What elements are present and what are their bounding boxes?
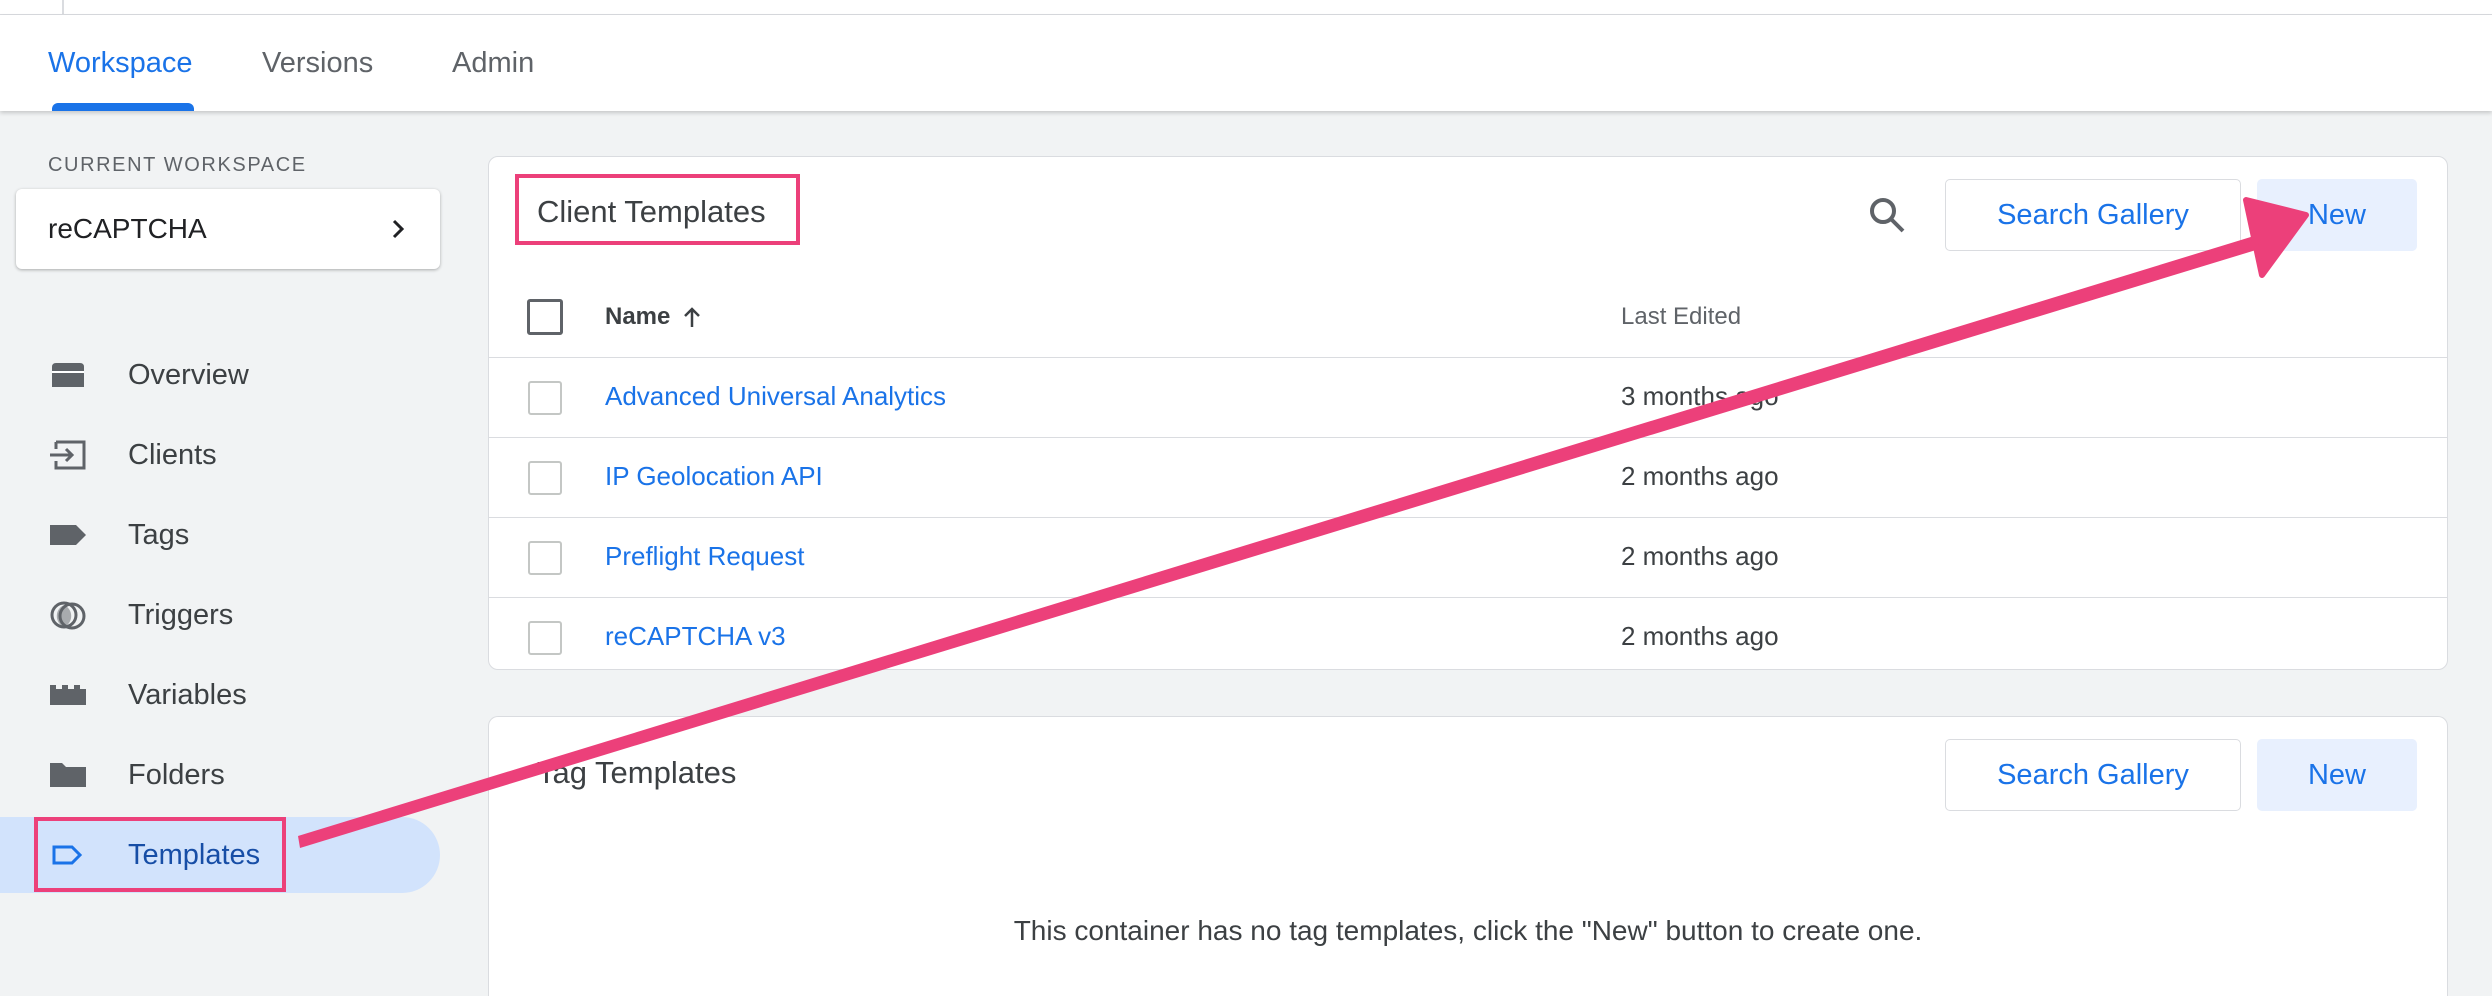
- sidebar-item-label: Folders: [128, 758, 225, 791]
- tag-templates-card: Tag Templates Search Gallery New This co…: [488, 716, 2448, 996]
- sidebar-item-label: Triggers: [128, 598, 234, 631]
- column-header-name-label: Name: [605, 303, 671, 330]
- sidebar-item-label: Tags: [128, 518, 190, 551]
- table-row: Preflight Request 2 months ago: [489, 517, 2447, 598]
- top-strip: [0, 0, 2492, 15]
- select-all-checkbox[interactable]: [527, 299, 563, 335]
- sidebar-item-tags[interactable]: Tags: [0, 497, 440, 573]
- last-edited: 3 months ago: [1621, 381, 1779, 411]
- new-client-template-button[interactable]: New: [2257, 179, 2417, 251]
- client-templates-card: Client Templates Search Gallery New Name…: [488, 156, 2448, 670]
- table-row: Advanced Universal Analytics 3 months ag…: [489, 357, 2447, 438]
- template-link[interactable]: reCAPTCHA v3: [605, 621, 786, 652]
- last-edited: 2 months ago: [1621, 541, 1779, 571]
- tab-admin[interactable]: Admin: [452, 15, 534, 111]
- top-divider: [62, 0, 64, 14]
- row-checkbox[interactable]: [528, 541, 562, 575]
- workspace-selector[interactable]: reCAPTCHA: [16, 189, 440, 269]
- sidebar-item-label: Variables: [128, 678, 247, 711]
- triggers-icon: [50, 601, 86, 630]
- tag-icon: [50, 525, 86, 545]
- search-gallery-button[interactable]: Search Gallery: [1945, 179, 2241, 251]
- sidebar-item-label: Templates: [128, 838, 261, 871]
- current-workspace-label: CURRENT WORKSPACE: [48, 154, 307, 176]
- tab-bar: Workspace Versions Admin: [0, 15, 2492, 111]
- sidebar-item-label: Overview: [128, 358, 249, 391]
- table-header: Name Last Edited: [489, 277, 2447, 358]
- template-link[interactable]: IP Geolocation API: [605, 461, 823, 492]
- row-checkbox[interactable]: [528, 461, 562, 495]
- template-link[interactable]: Advanced Universal Analytics: [605, 381, 946, 412]
- table-row: reCAPTCHA v3 2 months ago: [489, 597, 2447, 677]
- search-gallery-button[interactable]: Search Gallery: [1945, 739, 2241, 811]
- variables-icon: [50, 685, 86, 705]
- table-row: IP Geolocation API 2 months ago: [489, 437, 2447, 518]
- column-header-last-edited[interactable]: Last Edited: [1621, 303, 1741, 331]
- new-tag-template-button[interactable]: New: [2257, 739, 2417, 811]
- column-header-name[interactable]: Name: [605, 303, 704, 331]
- sidebar-item-folders[interactable]: Folders: [0, 737, 440, 813]
- sidebar-item-triggers[interactable]: Triggers: [0, 577, 440, 653]
- last-edited: 2 months ago: [1621, 621, 1779, 651]
- sidebar-item-overview[interactable]: Overview: [0, 337, 440, 413]
- workspace-name: reCAPTCHA: [48, 213, 207, 244]
- tab-versions[interactable]: Versions: [262, 15, 373, 111]
- sidebar-item-clients[interactable]: Clients: [0, 417, 440, 493]
- clients-icon: [50, 440, 86, 470]
- sidebar-item-variables[interactable]: Variables: [0, 657, 440, 733]
- row-checkbox[interactable]: [528, 621, 562, 655]
- templates-icon: [52, 845, 83, 865]
- template-link[interactable]: Preflight Request: [605, 541, 804, 572]
- sidebar-item-templates[interactable]: Templates: [0, 817, 440, 893]
- tab-workspace[interactable]: Workspace: [48, 15, 193, 111]
- tag-templates-title: Tag Templates: [537, 755, 737, 790]
- chevron-right-icon: [392, 219, 405, 239]
- row-checkbox[interactable]: [528, 381, 562, 415]
- last-edited: 2 months ago: [1621, 461, 1779, 491]
- folder-icon: [50, 763, 86, 787]
- overview-icon: [52, 363, 84, 387]
- active-tab-indicator: [52, 103, 194, 111]
- arrow-up-icon: [684, 307, 701, 327]
- empty-state-message: This container has no tag templates, cli…: [1013, 915, 1923, 946]
- search-icon[interactable]: [1867, 195, 1907, 235]
- sidebar-item-label: Clients: [128, 438, 217, 471]
- client-templates-title: Client Templates: [537, 194, 766, 229]
